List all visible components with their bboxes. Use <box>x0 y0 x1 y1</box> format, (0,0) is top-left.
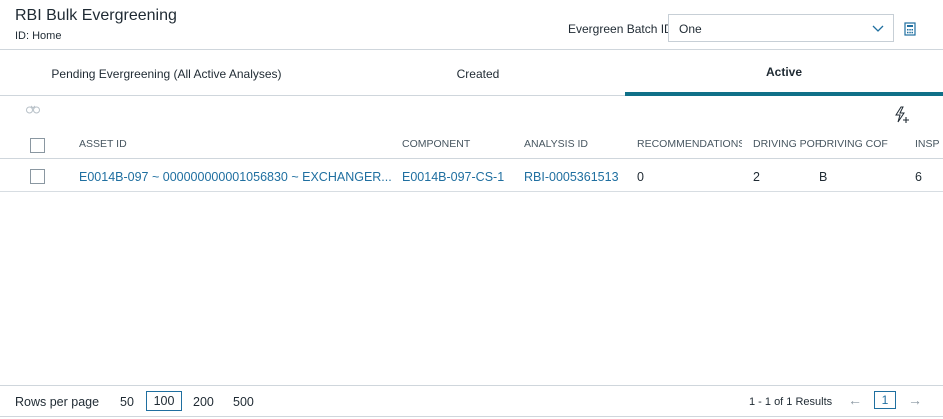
column-header-driving-cof[interactable]: DRIVING COF <box>819 138 899 150</box>
page-subtitle: ID: Home <box>15 30 62 42</box>
asset-id-link[interactable]: E0014B-097 ~ 000000000001056830 ~ EXCHAN… <box>79 170 391 184</box>
column-header-driving-pof[interactable]: DRIVING POF <box>753 138 823 150</box>
driving-pof-value: 2 <box>753 170 760 184</box>
batch-id-select[interactable]: One <box>668 14 894 42</box>
binoculars-icon[interactable] <box>26 104 40 114</box>
column-header-recommendations[interactable]: RECOMMENDATIONS <box>637 138 742 150</box>
rows-option-50[interactable]: 50 <box>120 395 134 409</box>
bolt-plus-icon[interactable] <box>893 106 911 124</box>
calculator-icon[interactable] <box>903 22 917 36</box>
component-link[interactable]: E0014B-097-CS-1 <box>402 170 517 184</box>
rows-option-500[interactable]: 500 <box>233 395 254 409</box>
batch-id-value: One <box>679 22 702 36</box>
tab-created[interactable]: Created <box>333 52 623 96</box>
tab-pending-evergreening[interactable]: Pending Evergreening (All Active Analyse… <box>0 52 333 96</box>
column-header-component[interactable]: COMPONENT <box>402 138 512 150</box>
rows-option-200[interactable]: 200 <box>193 395 214 409</box>
tab-bar: Pending Evergreening (All Active Analyse… <box>0 52 943 96</box>
pagination-bar: Rows per page 50 100 200 500 1 - 1 of 1 … <box>0 385 943 417</box>
column-header-insp[interactable]: INSP <box>915 138 943 150</box>
analysis-id-link[interactable]: RBI-0005361513 <box>524 170 629 184</box>
recommendations-value: 0 <box>637 170 644 184</box>
page-title: RBI Bulk Evergreening <box>15 7 177 24</box>
column-header-asset-id[interactable]: ASSET ID <box>79 138 379 150</box>
page-header: RBI Bulk Evergreening ID: Home Evergreen… <box>0 0 943 50</box>
driving-cof-value: B <box>819 170 828 184</box>
rows-option-100[interactable]: 100 <box>146 391 182 411</box>
grid-header-row: ASSET ID COMPONENT ANALYSIS ID RECOMMEND… <box>0 133 943 159</box>
chevron-down-icon <box>872 25 884 32</box>
batch-id-label: Evergreen Batch ID: <box>568 22 677 36</box>
table-row[interactable]: E0014B-097 ~ 000000000001056830 ~ EXCHAN… <box>0 162 943 192</box>
column-header-analysis-id[interactable]: ANALYSIS ID <box>524 138 624 150</box>
tab-active[interactable]: Active <box>625 52 943 96</box>
select-all-checkbox[interactable] <box>30 138 45 153</box>
row-checkbox[interactable] <box>30 169 45 184</box>
current-page[interactable]: 1 <box>874 391 896 409</box>
results-count: 1 - 1 of 1 Results <box>749 396 833 408</box>
prev-page-button[interactable]: ← <box>848 392 862 408</box>
next-page-button[interactable]: → <box>908 392 922 408</box>
rows-per-page-label: Rows per page <box>15 395 100 409</box>
insp-value: 6 <box>915 170 922 184</box>
